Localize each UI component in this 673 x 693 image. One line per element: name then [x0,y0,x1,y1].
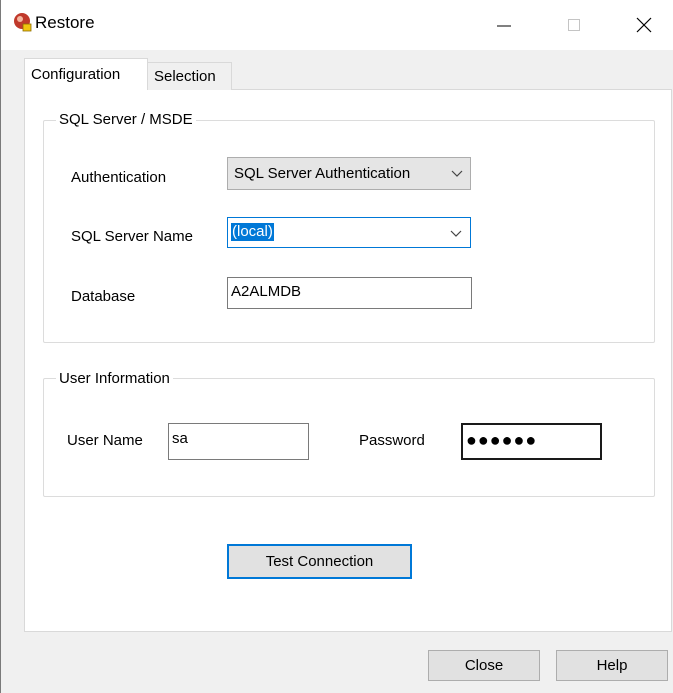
password-label: Password [359,432,425,449]
sql-server-group-legend: SQL Server / MSDE [56,111,196,129]
close-window-button[interactable] [619,0,669,50]
window-title: Restore [35,13,95,32]
chevron-down-icon [451,170,463,177]
maximize-icon [568,19,580,31]
close-button[interactable]: Close [428,650,540,681]
minimize-icon [497,25,511,27]
tab-selection[interactable]: Selection [148,62,232,90]
username-label: User Name [67,432,143,449]
help-button[interactable]: Help [556,650,668,681]
authentication-label: Authentication [71,169,167,186]
authentication-select[interactable]: SQL Server Authentication [227,157,471,190]
tab-configuration-label: Configuration [31,66,121,83]
close-icon [636,17,652,33]
restore-app-icon [14,13,32,32]
restore-window: Restore Configuration Selection SQL Serv… [0,0,673,693]
database-label: Database [71,288,136,305]
maximize-button[interactable] [549,0,599,50]
tab-selection-label: Selection [154,68,216,85]
authentication-value: SQL Server Authentication [234,165,411,182]
server-name-value[interactable]: (local) [231,223,274,241]
tab-configuration[interactable]: Configuration [24,58,148,90]
test-connection-button[interactable]: Test Connection [227,544,412,579]
user-information-group-legend: User Information [56,370,173,388]
chevron-down-icon[interactable] [449,226,463,240]
server-name-combo[interactable]: (local) [227,217,471,248]
title-bar[interactable]: Restore [1,0,673,50]
database-input[interactable]: A2ALMDB [227,277,472,309]
username-input[interactable]: sa [168,423,309,460]
password-input[interactable]: ●●●●●● [461,423,602,460]
minimize-button[interactable] [479,0,529,50]
server-name-label: SQL Server Name [71,228,193,245]
